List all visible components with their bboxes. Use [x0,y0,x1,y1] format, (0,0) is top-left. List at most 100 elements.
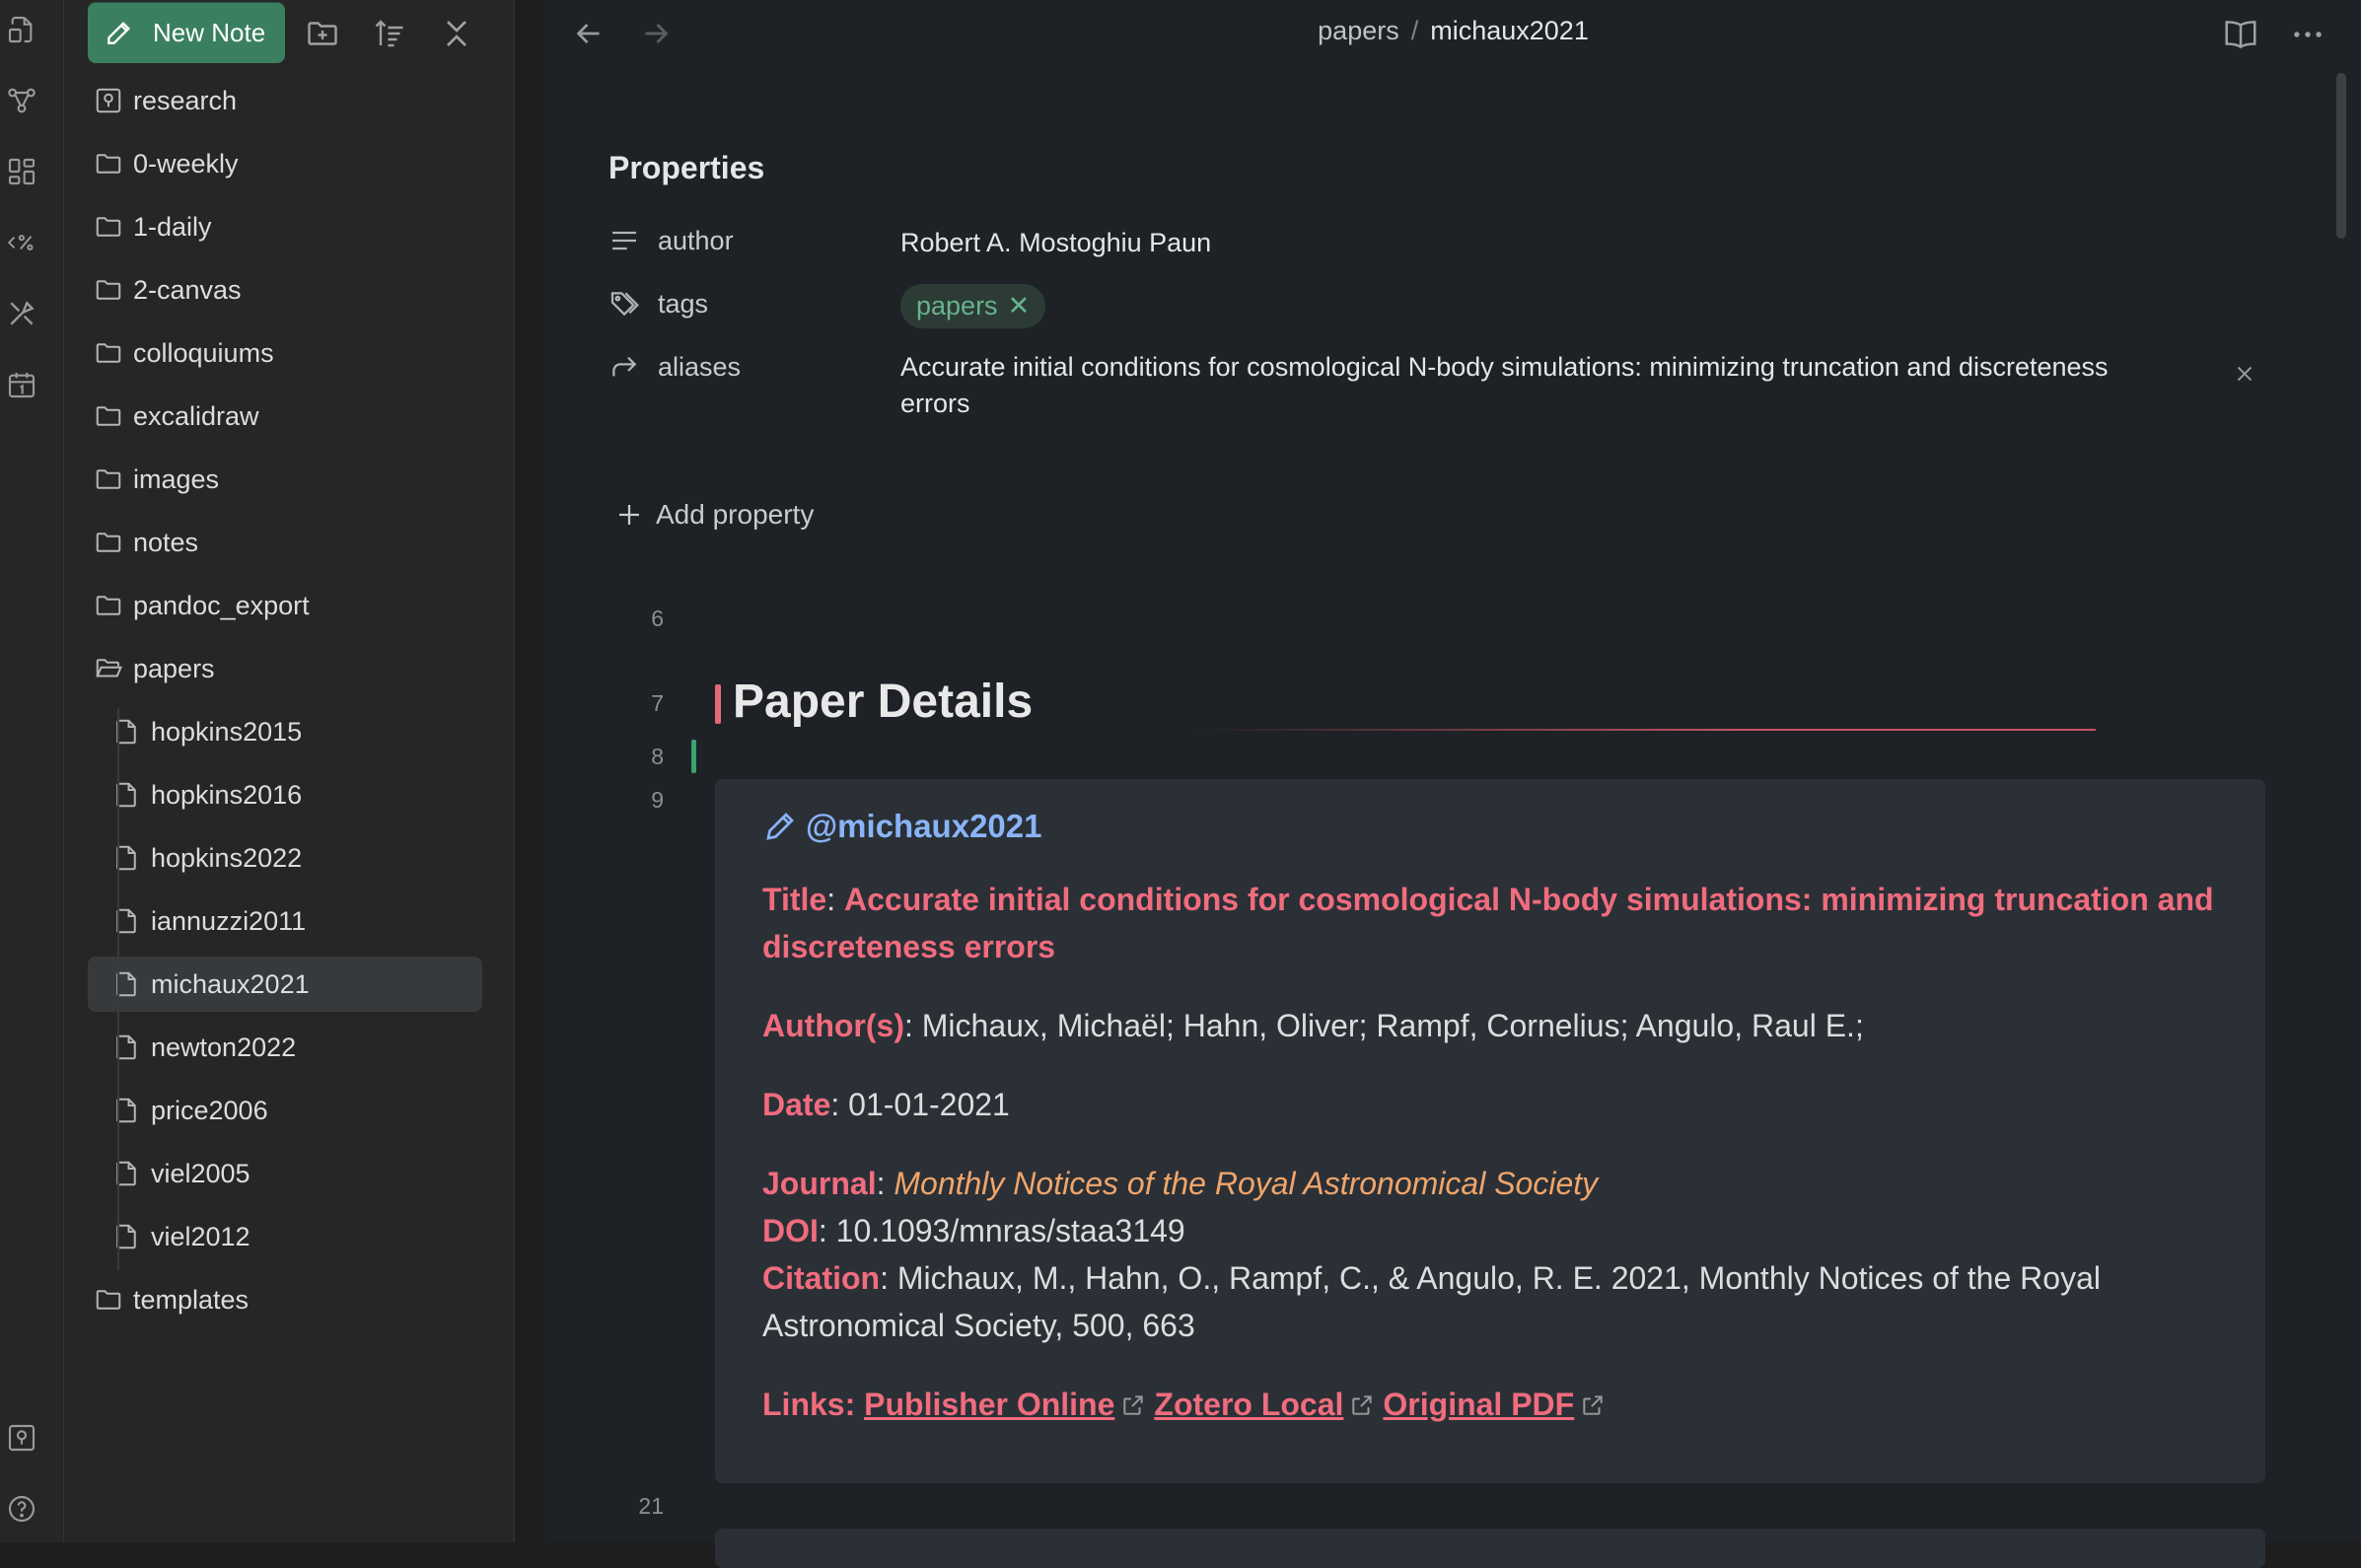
more-options-icon[interactable] [2289,16,2326,53]
property-key-label: tags [658,288,709,319]
add-property-label: Add property [656,499,815,530]
field-value: 10.1093/mnras/staa3149 [835,1213,1185,1248]
property-key-label: author [658,225,734,255]
publisher-online-link[interactable]: Publisher Online [864,1387,1114,1422]
forward-arrow-icon [608,351,640,383]
graph-icon[interactable] [6,85,37,116]
tree-item-label: 1-daily [133,211,212,242]
tree-item-folder-open[interactable]: papers [94,641,478,696]
collapse-all-icon[interactable] [439,16,474,51]
tree-item-vault[interactable]: research [94,73,478,128]
tree-item-folder[interactable]: 1-daily [94,199,478,254]
tree-item-file[interactable]: price2006 [88,1083,482,1138]
field-key: Links: [762,1387,856,1422]
calendar-icon[interactable] [6,369,37,400]
tree-item-label: pandoc_export [133,590,310,620]
vault-icon[interactable] [6,1422,37,1454]
add-property-button[interactable]: Add property [614,499,814,531]
tree-item-file[interactable]: hopkins2015 [88,704,482,759]
tree-item-file[interactable]: newton2022 [88,1020,482,1075]
excalidraw-icon[interactable] [6,298,37,329]
paper-callout[interactable]: @michaux2021 Title: Accurate initial con… [715,779,2265,1483]
line-number: 9 [651,787,664,813]
tree-item-file[interactable]: hopkins2022 [88,830,482,886]
tag-remove-icon[interactable]: ✕ [1008,288,1031,324]
files-icon[interactable] [6,14,37,45]
tree-item-file[interactable]: hopkins2016 [88,767,482,822]
vault-icon [94,86,123,115]
heading-paper-details[interactable]: Paper Details [733,675,1033,729]
tag-label: papers [916,291,998,321]
sort-icon[interactable] [372,16,407,51]
tree-item-label: hopkins2016 [151,779,303,810]
tree-item-folder[interactable]: templates [94,1272,478,1327]
folder-icon [94,149,123,178]
view-header: papers / michaux2021 [545,0,2361,65]
field-value: Michaux, M., Hahn, O., Rampf, C., & Angu… [762,1260,2101,1343]
tree-indent-guide [117,708,119,1270]
field-value: Monthly Notices of the Royal Astronomica… [894,1166,1599,1201]
breadcrumb-folder[interactable]: papers [1318,16,1399,45]
templater-icon[interactable] [6,227,37,258]
breadcrumb: papers / michaux2021 [545,16,2361,46]
tree-item-folder[interactable]: 0-weekly [94,136,478,191]
field-value: Accurate initial conditions for cosmolog… [762,882,2214,964]
file-icon [111,1033,141,1062]
help-icon[interactable] [6,1493,37,1525]
edit-icon [104,17,135,48]
tree-item-file[interactable]: viel2005 [88,1146,482,1201]
external-link-icon [1349,1392,1375,1418]
tree-item-label: newton2022 [151,1032,297,1062]
tree-item-label: 0-weekly [133,148,239,178]
tree-item-folder[interactable]: 2-canvas [94,262,478,318]
line-number: 21 [638,1493,664,1519]
tree-item-label: viel2005 [151,1158,250,1188]
file-icon [111,969,141,999]
tree-item-label: research [133,85,238,115]
property-key[interactable]: author [608,225,734,256]
field-value: Michaux, Michaël; Hahn, Oliver; Rampf, C… [921,1008,1864,1043]
citekey: @michaux2021 [806,808,1042,844]
tree-item-label: 2-canvas [133,274,242,305]
property-value[interactable]: Robert A. Mostoghiu Paun [900,225,2163,261]
tree-item-file[interactable]: iannuzzi2011 [88,893,482,949]
tree-item-folder[interactable]: images [94,452,478,507]
original-pdf-link[interactable]: Original PDF [1383,1387,1574,1422]
tree-item-folder[interactable]: pandoc_export [94,578,478,633]
file-icon [111,906,141,936]
new-folder-icon[interactable] [305,16,340,51]
zotero-local-link[interactable]: Zotero Local [1154,1387,1343,1422]
breadcrumb-file[interactable]: michaux2021 [1430,16,1589,45]
tree-item-label: iannuzzi2011 [151,905,307,936]
tree-item-label: excalidraw [133,400,259,431]
property-key[interactable]: tags [608,288,708,320]
scrollbar[interactable] [2336,73,2346,239]
pencil-icon [762,809,798,844]
property-key[interactable]: aliases [608,351,741,383]
text-cursor [691,740,696,773]
folder-icon [94,464,123,494]
tag-pill[interactable]: papers ✕ [900,284,1046,328]
reading-view-icon[interactable] [2222,16,2259,53]
tree-item-label: colloquiums [133,337,274,368]
field-key: Author(s) [762,1008,904,1043]
callout-links-field: Links: Publisher Online Zotero Local Origi… [762,1381,2222,1428]
field-key: DOI [762,1213,819,1248]
new-note-button[interactable]: New Note [88,2,285,63]
property-value[interactable]: Accurate initial conditions for cosmolog… [900,349,2163,422]
editor-pane: papers / michaux2021 Properties author Rob… [545,0,2361,1568]
folder-icon [94,591,123,620]
external-link-icon [1580,1392,1606,1418]
tree-item-folder[interactable]: colloquiums [94,325,478,381]
tree-item-file[interactable]: viel2012 [88,1209,482,1264]
file-icon [111,1096,141,1125]
explorer-toolbar: New Note [76,0,510,65]
callout-citation-field: Citation: Michaux, M., Hahn, O., Rampf, … [762,1260,2101,1343]
tree-item-label: viel2012 [151,1221,250,1251]
tree-item-folder[interactable]: notes [94,515,478,570]
dashboard-icon[interactable] [6,156,37,187]
close-icon[interactable] [2232,361,2257,387]
tree-item-folder[interactable]: excalidraw [94,389,478,444]
tree-item-file-active[interactable]: michaux2021 [88,957,482,1012]
callout-authors-field: Author(s): Michaux, Michaël; Hahn, Olive… [762,1008,1864,1043]
